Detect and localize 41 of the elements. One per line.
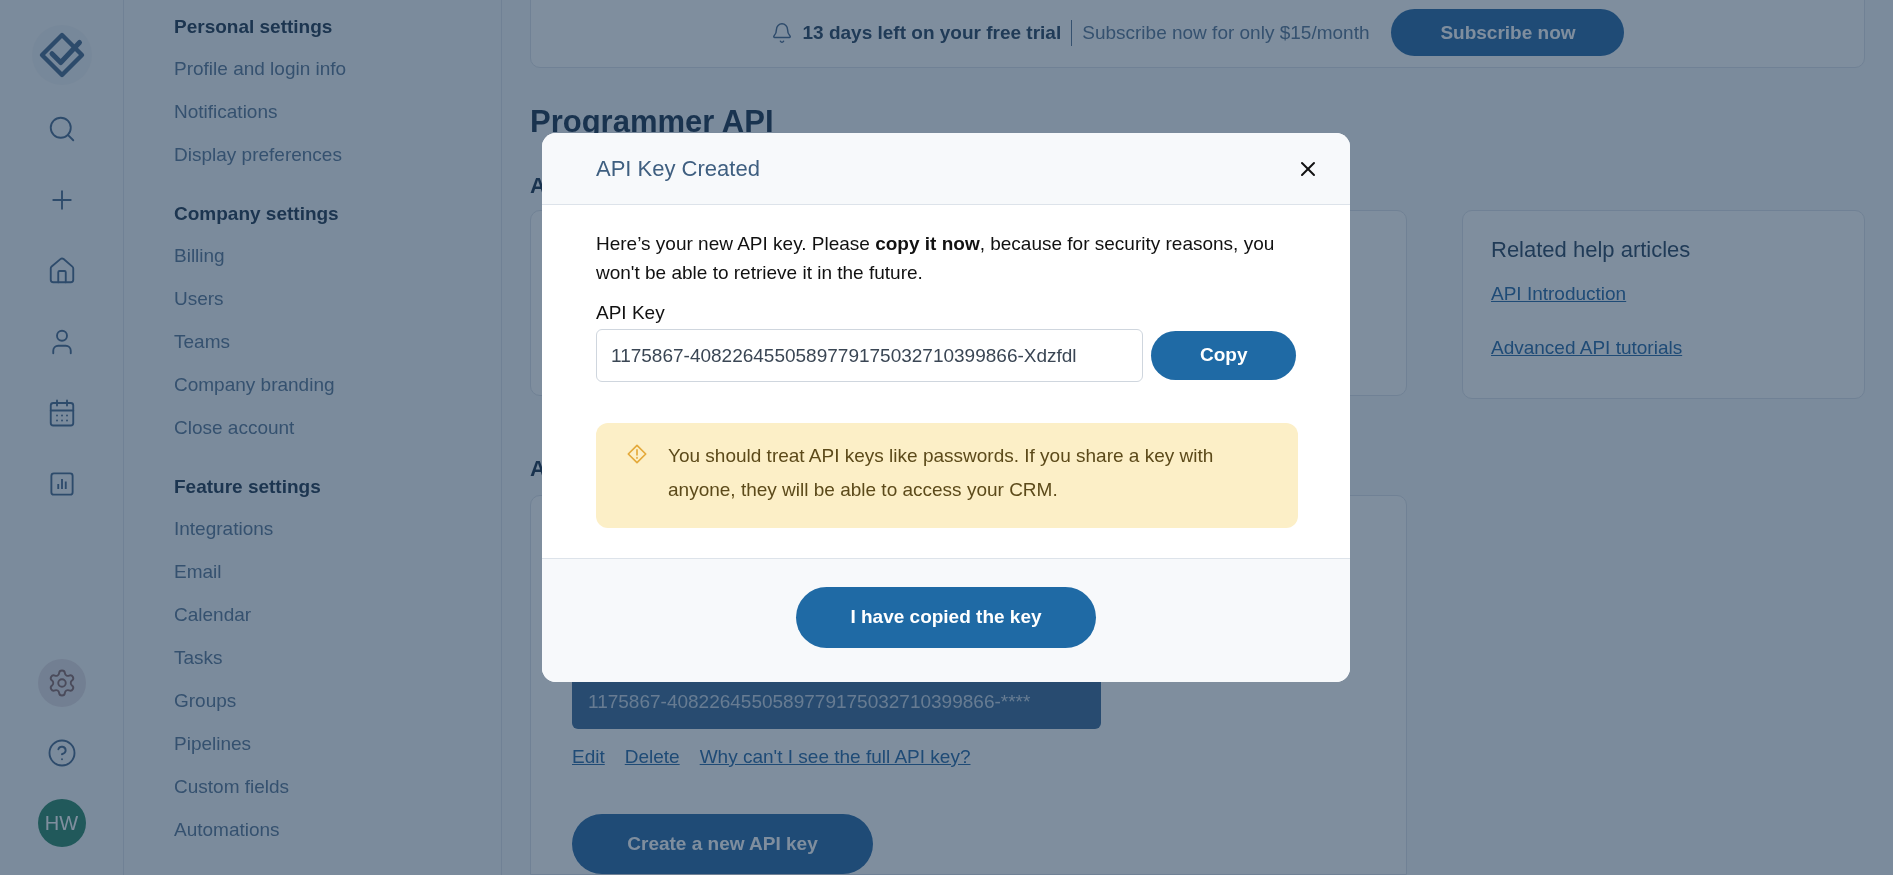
help-link[interactable]: API Introduction: [1491, 282, 1627, 304]
help-link[interactable]: Advanced API tutorials: [1491, 337, 1683, 358]
copy-button[interactable]: Copy: [1151, 331, 1296, 380]
modal-intro: Here’s your new API key. Please copy it now, because for security reasons, you won't be able to retrieve it in the future.: [596, 232, 1276, 285]
nav-link[interactable]: Tasks: [174, 647, 223, 668]
page-title: Programmer API: [530, 103, 775, 140]
create-key-button[interactable]: Create a new API key: [572, 814, 873, 874]
nav-link[interactable]: Teams: [174, 331, 230, 352]
api-key-field[interactable]: 1175867-4082264550589779175032710399866-Xdzfdl: [596, 329, 1144, 382]
nav-link[interactable]: Automations: [174, 819, 280, 840]
key-action-link[interactable]: Delete: [624, 742, 680, 771]
nav-link[interactable]: Integrations: [174, 518, 274, 539]
nav-link[interactable]: Groups: [174, 690, 237, 711]
warning-text: You should treat API keys like passwords. If you share a key with anyone, they will be able to access your CRM.: [668, 444, 1215, 502]
nav-heading: Company settings: [174, 203, 340, 225]
nav-link[interactable]: Notifications: [174, 101, 278, 122]
bell-icon: [770, 21, 793, 44]
nav-link[interactable]: Profile and login info: [174, 58, 347, 79]
help-card-title: Related help articles: [1491, 235, 1692, 264]
nav-link[interactable]: Billing: [174, 245, 225, 266]
nav-link[interactable]: Pipelines: [174, 733, 252, 754]
nav-link[interactable]: Company branding: [174, 374, 335, 395]
nav-heading: Personal settings: [174, 16, 334, 38]
trial-offer: Subscribe now for only $15/month: [1082, 20, 1370, 45]
field-label: API Key: [596, 301, 665, 325]
avatar[interactable]: HW: [37, 799, 86, 847]
nav-heading: Feature settings: [174, 476, 322, 498]
nav-link[interactable]: Close account: [174, 417, 295, 438]
nav-link[interactable]: Display preferences: [174, 144, 342, 165]
warning-icon: [626, 443, 648, 465]
key-action-link[interactable]: Why can't I see the full API key?: [699, 742, 971, 771]
nav-link[interactable]: Email: [174, 561, 222, 582]
nav-link[interactable]: Calendar: [174, 604, 252, 625]
trial-days-left: 13 days left on your free trial: [802, 20, 1062, 45]
nav-link[interactable]: Custom fields: [174, 776, 290, 797]
settings-icon[interactable]: [37, 659, 86, 707]
nav-link[interactable]: Users: [174, 288, 224, 309]
confirm-button[interactable]: I have copied the key: [796, 587, 1096, 648]
key-action-link[interactable]: Edit: [572, 742, 605, 771]
subscribe-button[interactable]: Subscribe now: [1391, 9, 1625, 57]
modal-title: API Key Created: [596, 155, 760, 183]
